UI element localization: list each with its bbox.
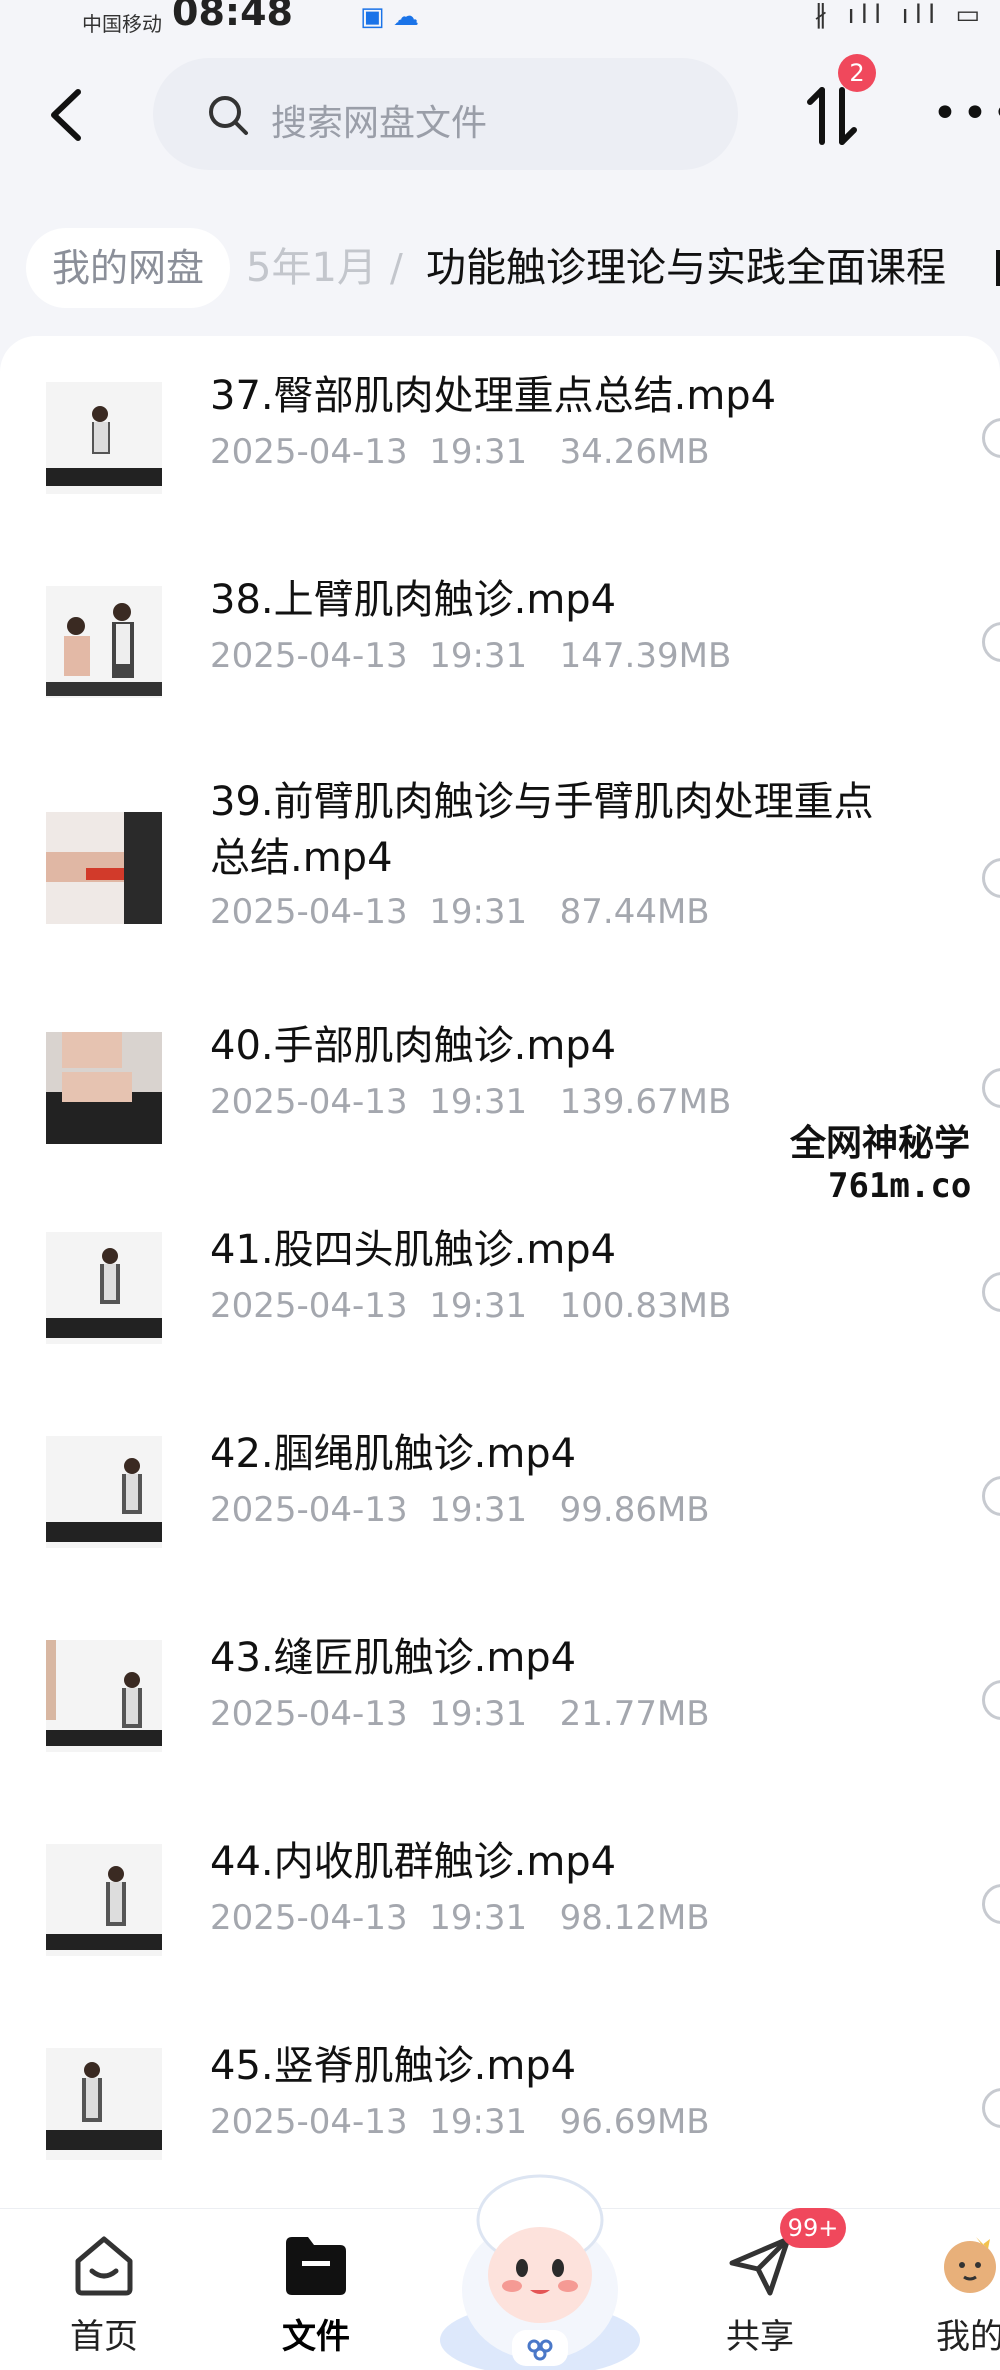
video-thumbnail [46, 1232, 162, 1344]
file-date: 2025-04-13 19:31 [210, 1694, 528, 1734]
back-button[interactable] [36, 80, 96, 150]
status-bar: 中国移动 08:48 ▣ ☁ ∦ ıll ıll ▭ [0, 0, 1000, 40]
file-meta: 2025-04-13 19:31 21.77MB [210, 1694, 710, 1734]
file-meta: 2025-04-13 19:31 139.67MB [210, 1082, 731, 1122]
nav-files[interactable]: 文件 [246, 2209, 386, 2370]
file-meta: 2025-04-13 19:31 87.44MB [210, 892, 710, 932]
file-name: 39.前臂肌肉触诊与手臂肌肉处理重点总结.mp4 [210, 779, 874, 881]
select-checkbox[interactable] [982, 858, 1000, 898]
video-thumbnail [46, 812, 162, 924]
video-thumbnail [46, 2048, 162, 2160]
select-checkbox[interactable] [982, 622, 1000, 662]
status-clock: 08:48 [172, 0, 293, 34]
nav-home-label: 首页 [70, 2317, 138, 2357]
notification-icons: ▣ ☁ [360, 2, 419, 32]
watermark-overlay: 全网神秘学 761m.co [780, 1110, 1000, 1220]
back-arrow-icon [51, 89, 81, 141]
search-input[interactable]: 搜索网盘文件 [153, 58, 738, 170]
file-size: 139.67MB [559, 1082, 732, 1122]
file-date: 2025-04-13 19:31 [210, 1082, 528, 1122]
file-name: 42.腘绳肌触诊.mp4 [210, 1431, 577, 1477]
file-meta: 2025-04-13 19:31 98.12MB [210, 1898, 710, 1938]
file-row[interactable]: 37.臀部肌肉处理重点总结.mp4 2025-04-13 19:31 34.26… [0, 336, 1000, 540]
file-meta: 2025-04-13 19:31 34.26MB [210, 432, 710, 472]
file-size: 34.26MB [559, 432, 710, 472]
file-name: 43.缝匠肌触诊.mp4 [210, 1635, 577, 1681]
file-size: 98.12MB [559, 1898, 710, 1938]
nav-mine-label: 我的 [936, 2317, 1000, 2357]
video-thumbnail [46, 1436, 162, 1548]
select-checkbox[interactable] [982, 2088, 1000, 2128]
file-row[interactable]: 41.股四头肌触诊.mp4 2025-04-13 19:31 100.83MB [0, 1200, 1000, 1404]
search-icon [209, 96, 248, 135]
avatar [944, 2237, 996, 2293]
file-list: 37.臀部肌肉处理重点总结.mp4 2025-04-13 19:31 34.26… [0, 336, 1000, 2210]
video-thumbnail [46, 586, 162, 698]
file-meta: 2025-04-13 19:31 96.69MB [210, 2102, 710, 2142]
file-date: 2025-04-13 19:31 [210, 1490, 528, 1530]
file-size: 96.69MB [559, 2102, 710, 2142]
file-size: 21.77MB [559, 1694, 710, 1734]
file-date: 2025-04-13 19:31 [210, 432, 528, 472]
file-date: 2025-04-13 19:31 [210, 892, 528, 932]
share-badge: 99+ [780, 2208, 846, 2248]
watermark-line-1: 全网神秘学 [790, 1123, 971, 1164]
home-icon [75, 2236, 133, 2296]
file-meta: 2025-04-13 19:31 100.83MB [210, 1286, 731, 1326]
file-size: 100.83MB [559, 1286, 732, 1326]
select-checkbox[interactable] [982, 1272, 1000, 1312]
file-row[interactable]: 44.内收肌群触诊.mp4 2025-04-13 19:31 98.12MB [0, 1812, 1000, 2016]
app-screen: 中国移动 08:48 ▣ ☁ ∦ ıll ıll ▭ 搜索网盘文件 2 •• 5… [0, 0, 1000, 2370]
nav-files-label: 文件 [282, 2317, 350, 2357]
breadcrumb: 5年1月 我的网盘 / 功能触诊理论与实践全面课程 [0, 228, 1000, 308]
file-size: 87.44MB [559, 892, 710, 932]
breadcrumb-separator: / [390, 246, 403, 290]
nav-share-label: 共享 [726, 2317, 794, 2357]
file-row[interactable]: 38.上臂肌肉触诊.mp4 2025-04-13 19:31 147.39MB [0, 540, 1000, 744]
file-row[interactable]: 43.缝匠肌触诊.mp4 2025-04-13 19:31 21.77MB [0, 1608, 1000, 1812]
send-plane-icon [729, 2236, 791, 2296]
file-name: 45.竖脊肌触诊.mp4 [210, 2043, 577, 2089]
file-row[interactable]: 39.前臂肌肉触诊与手臂肌肉处理重点总结.mp4 2025-04-13 19:3… [0, 744, 1000, 996]
file-date: 2025-04-13 19:31 [210, 1898, 528, 1938]
file-meta: 2025-04-13 19:31 147.39MB [210, 636, 731, 676]
carrier-label: 中国移动 [82, 12, 162, 36]
watermark-line-2: 761m.co [828, 1166, 972, 1206]
select-checkbox[interactable] [982, 1476, 1000, 1516]
breadcrumb-current-folder: 功能触诊理论与实践全面课程 [426, 245, 946, 291]
file-row[interactable]: 42.腘绳肌触诊.mp4 2025-04-13 19:31 99.86MB [0, 1404, 1000, 1608]
file-size: 147.39MB [559, 636, 732, 676]
nav-mine[interactable]: 我的 [900, 2209, 1000, 2370]
select-checkbox[interactable] [982, 418, 1000, 458]
file-name: 44.内收肌群触诊.mp4 [210, 1839, 617, 1885]
video-thumbnail [46, 1032, 162, 1144]
breadcrumb-edge-marker [996, 250, 1000, 286]
select-checkbox[interactable] [982, 1680, 1000, 1720]
file-date: 2025-04-13 19:31 [210, 1286, 528, 1326]
file-meta: 2025-04-13 19:31 99.86MB [210, 1490, 710, 1530]
file-date: 2025-04-13 19:31 [210, 636, 528, 676]
file-name: 41.股四头肌触诊.mp4 [210, 1227, 617, 1273]
mascot-assistant-button[interactable] [430, 2140, 650, 2370]
more-options-button[interactable]: ••• [932, 92, 1000, 136]
file-name: 40.手部肌肉触诊.mp4 [210, 1023, 617, 1069]
signal-battery-icon: ∦ ıll ıll ▭ [814, 0, 986, 30]
file-name: 38.上臂肌肉触诊.mp4 [210, 577, 617, 623]
folder-icon [286, 2237, 346, 2295]
nav-home[interactable]: 首页 [34, 2209, 174, 2370]
file-date: 2025-04-13 19:31 [210, 2102, 528, 2142]
file-name: 37.臀部肌肉处理重点总结.mp4 [210, 373, 777, 419]
breadcrumb-root[interactable]: 我的网盘 [26, 228, 231, 308]
select-checkbox[interactable] [982, 1068, 1000, 1108]
top-bar: 搜索网盘文件 2 ••• [0, 54, 1000, 174]
search-placeholder: 搜索网盘文件 [271, 103, 488, 144]
video-thumbnail [46, 1844, 162, 1956]
select-checkbox[interactable] [982, 1884, 1000, 1924]
file-size: 99.86MB [559, 1490, 710, 1530]
breadcrumb-folder-month[interactable]: 5年1月 [246, 228, 377, 308]
video-thumbnail [46, 382, 162, 494]
video-thumbnail [46, 1640, 162, 1752]
transfer-badge: 2 [838, 54, 876, 92]
